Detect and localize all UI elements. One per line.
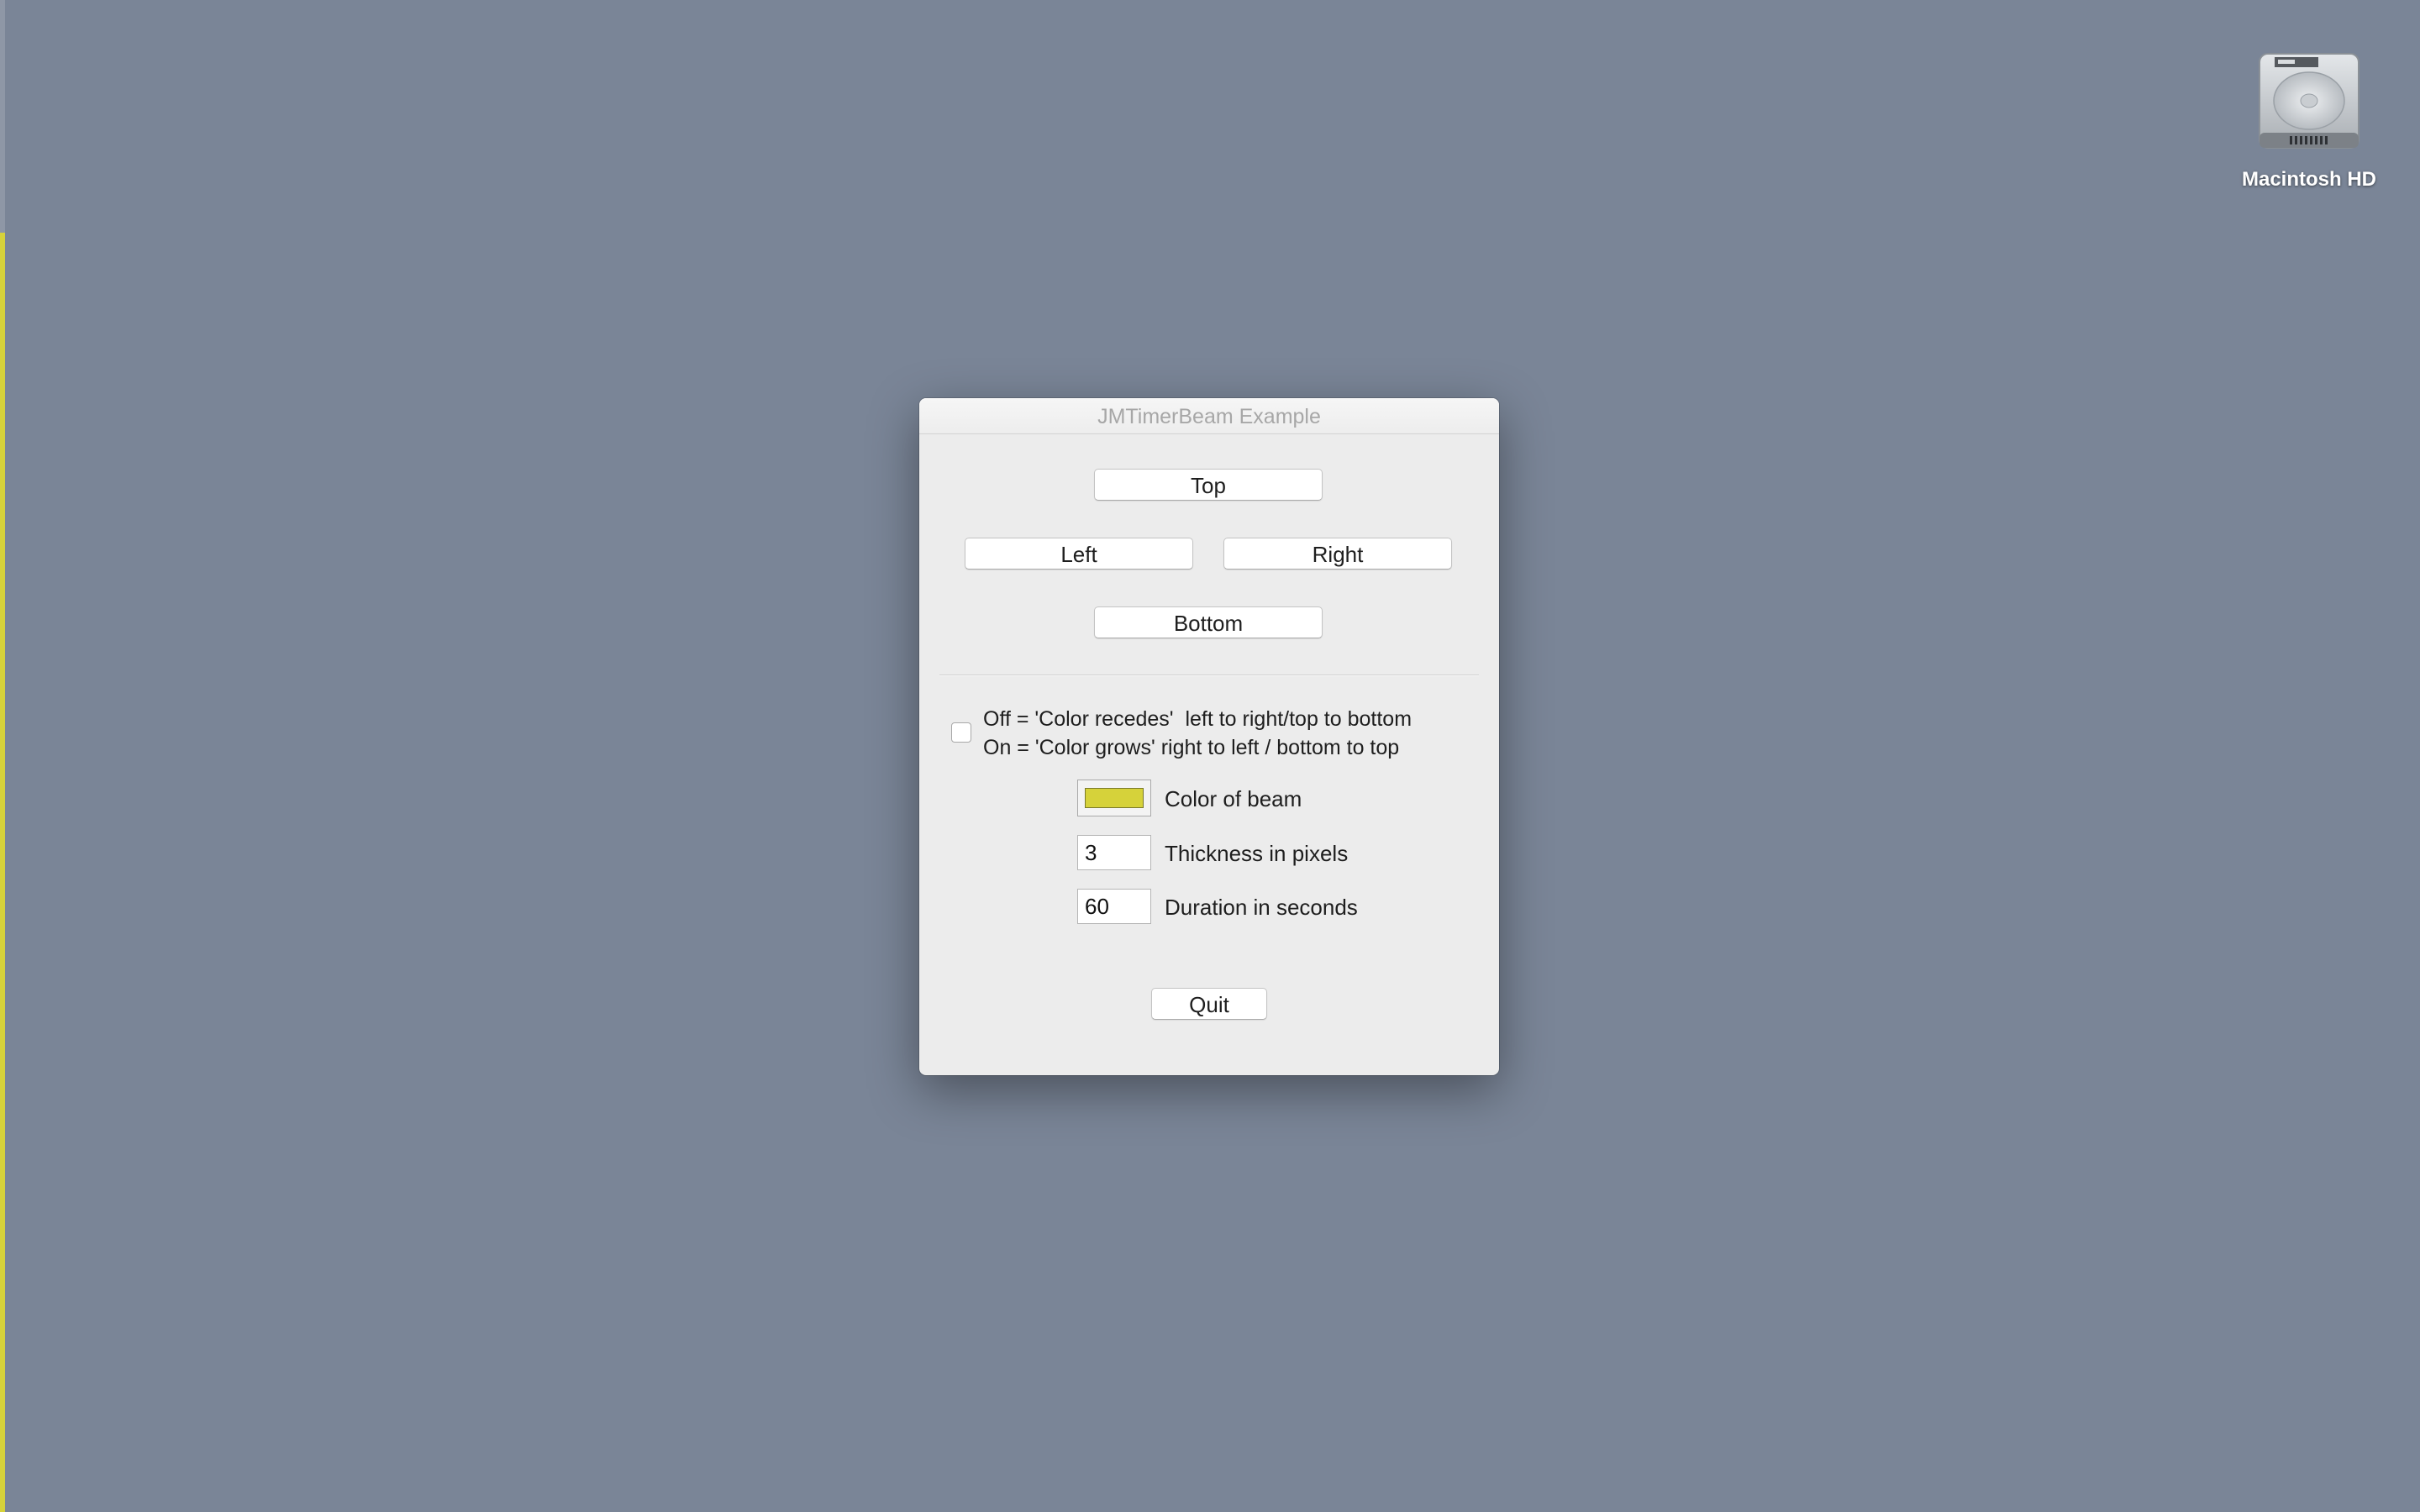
thickness-field[interactable] — [1077, 835, 1151, 870]
left-button[interactable]: Left — [965, 538, 1193, 570]
duration-field[interactable] — [1077, 889, 1151, 924]
desktop-icon-label: Macintosh HD — [2241, 168, 2376, 191]
top-button[interactable]: Top — [1094, 469, 1323, 501]
timer-beam — [0, 233, 5, 1512]
direction-option-off-label: Off = 'Color recedes' left to right/top … — [983, 707, 1413, 731]
beam-color-swatch — [1085, 788, 1144, 808]
duration-label: Duration in seconds — [1165, 895, 1358, 920]
quit-button[interactable]: Quit — [1151, 988, 1267, 1020]
direction-option-on-label: On = 'Color grows' right to left / botto… — [983, 736, 1400, 759]
separator — [939, 675, 1479, 676]
hard-drive-icon — [2259, 53, 2360, 149]
desktop-icon-macintosh-hd[interactable]: Macintosh HD — [2227, 49, 2391, 192]
timer-beam-track — [0, 0, 5, 1512]
beam-color-well[interactable] — [1077, 780, 1151, 816]
beam-color-label: Color of beam — [1165, 786, 1302, 811]
bottom-button[interactable]: Bottom — [1094, 606, 1323, 638]
direction-checkbox[interactable] — [951, 722, 971, 743]
right-button[interactable]: Right — [1223, 538, 1452, 570]
app-window: JMTimerBeam Example Top Left Right Botto… — [919, 398, 1499, 1075]
window-title: JMTimerBeam Example — [919, 398, 1499, 434]
thickness-label: Thickness in pixels — [1165, 841, 1349, 866]
